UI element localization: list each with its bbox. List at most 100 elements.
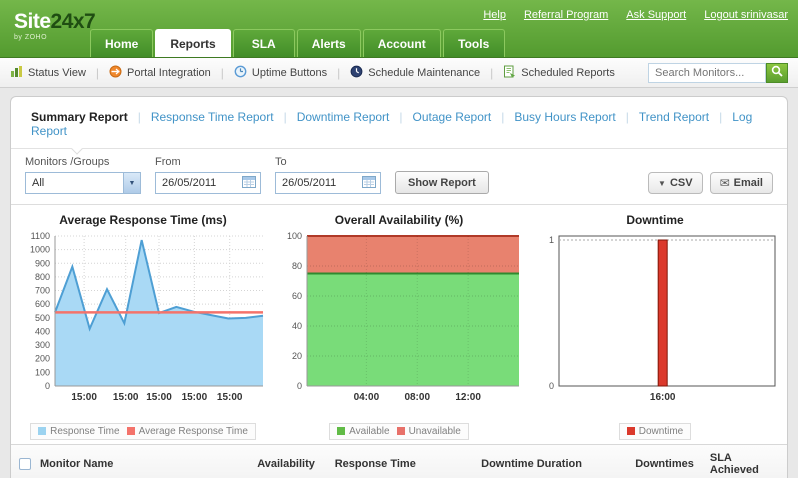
csv-button[interactable]: ▼ CSV <box>648 172 703 194</box>
svg-text:700: 700 <box>35 286 50 296</box>
svg-text:0: 0 <box>297 381 302 391</box>
nav-tab-alerts[interactable]: Alerts <box>297 29 361 57</box>
uptime-buttons-icon <box>234 65 252 81</box>
schedule-maintenance-icon <box>350 65 368 81</box>
svg-text:400: 400 <box>35 326 50 336</box>
content-wrap: Summary Report | Response Time Report | Down… <box>0 88 798 478</box>
svg-text:900: 900 <box>35 258 50 268</box>
nav-tab-account[interactable]: Account <box>363 29 441 57</box>
chart-legend: Downtime <box>619 423 691 440</box>
header-link[interactable]: Referral Program <box>524 9 608 21</box>
report-tab-response-time-report[interactable]: Response Time Report <box>151 110 274 124</box>
chart-legend: Response Time Average Response Time <box>30 423 256 440</box>
col-header-monitor-name: Monitor Name <box>11 445 249 478</box>
report-tab-separator: | <box>626 110 629 124</box>
toolbar-item-uptime-buttons[interactable]: Uptime Buttons <box>234 65 327 81</box>
legend-swatch <box>337 427 345 435</box>
svg-text:1: 1 <box>549 235 554 245</box>
legend-label: Unavailable <box>409 426 461 437</box>
to-label: To <box>275 156 381 168</box>
svg-text:15:00: 15:00 <box>146 392 172 403</box>
toolbar-item-schedule-maintenance[interactable]: Schedule Maintenance <box>350 65 480 81</box>
toolbar-separator: | <box>221 66 224 80</box>
svg-text:20: 20 <box>292 351 302 361</box>
logo: Site24x7 by ZOHO <box>14 11 95 41</box>
report-tab-summary-report[interactable]: Summary Report <box>31 110 128 124</box>
report-tab-outage-report[interactable]: Outage Report <box>413 110 492 124</box>
chart-legend: Available Unavailable <box>329 423 469 440</box>
csv-dropdown-icon: ▼ <box>658 179 666 188</box>
from-date-value: 26/05/2011 <box>156 177 242 189</box>
legend-swatch <box>38 427 46 435</box>
to-date-input[interactable]: 26/05/2011 <box>275 172 381 194</box>
nav-tab-tools[interactable]: Tools <box>443 29 505 57</box>
col-header-sla-achieved: SLA Achieved <box>702 445 787 478</box>
svg-text:15:00: 15:00 <box>113 392 139 403</box>
calendar-icon <box>242 175 260 191</box>
svg-text:04:00: 04:00 <box>354 392 380 403</box>
report-panel: Summary Report | Response Time Report | Down… <box>10 96 788 478</box>
legend-label: Available <box>349 426 389 437</box>
svg-text:15:00: 15:00 <box>71 392 97 403</box>
toolbar-item-scheduled-reports[interactable]: Scheduled Reports <box>503 65 615 81</box>
header-link[interactable]: Help <box>483 9 506 21</box>
chart-title: Downtime <box>527 213 783 227</box>
search-input[interactable] <box>648 63 766 83</box>
svg-text:300: 300 <box>35 340 50 350</box>
report-tabs: Summary Report | Response Time Report | Down… <box>11 97 787 149</box>
toolbar-item-portal-integration[interactable]: Portal Integration <box>109 65 211 81</box>
csv-button-label: CSV <box>670 177 693 189</box>
monitor-table: Monitor NameAvailabilityResponse TimeDow… <box>11 445 787 478</box>
toolbar-item-label: Uptime Buttons <box>252 67 327 79</box>
report-tab-busy-hours-report[interactable]: Busy Hours Report <box>514 110 615 124</box>
to-date-value: 26/05/2011 <box>276 177 362 189</box>
col-header-availability: Availability <box>249 445 327 478</box>
report-tab-trend-report[interactable]: Trend Report <box>639 110 709 124</box>
nav-tab-reports[interactable]: Reports <box>155 29 230 57</box>
main-nav-tabs: HomeReportsSLAAlertsAccountTools <box>90 29 507 57</box>
logo-site: Site <box>14 10 51 33</box>
col-header-label: SLA Achieved <box>710 452 759 476</box>
search-icon <box>771 65 784 81</box>
logo-24x7: 24x7 <box>51 10 96 33</box>
report-tab-downtime-report[interactable]: Downtime Report <box>297 110 390 124</box>
toolbar-separator: | <box>337 66 340 80</box>
email-button-label: Email <box>734 177 763 189</box>
select-all-checkbox[interactable] <box>19 458 31 470</box>
svg-text:80: 80 <box>292 261 302 271</box>
toolbar-item-status-view[interactable]: Status View <box>10 65 86 81</box>
svg-text:0: 0 <box>45 381 50 391</box>
col-header-downtime-duration: Downtime Duration <box>473 445 627 478</box>
filter-row: Monitors /Groups All ▼ From 26/05/2011 T… <box>11 149 787 205</box>
monitors-groups-select[interactable]: All ▼ <box>25 172 141 194</box>
from-date-input[interactable]: 26/05/2011 <box>155 172 261 194</box>
chart-plot: 02040608010004:0008:0012:00 <box>271 228 527 421</box>
chart-downtime: Downtime0116:00Downtime <box>527 211 783 440</box>
report-tab-separator: | <box>138 110 141 124</box>
chart-title: Average Response Time (ms) <box>15 213 271 227</box>
svg-text:1000: 1000 <box>30 245 50 255</box>
search-button[interactable] <box>766 63 788 83</box>
nav-tab-home[interactable]: Home <box>90 29 153 57</box>
to-date-field: To 26/05/2011 <box>275 156 381 194</box>
legend-label: Response Time <box>50 426 119 437</box>
calendar-icon <box>362 175 380 191</box>
svg-text:200: 200 <box>35 354 50 364</box>
header-link[interactable]: Ask Support <box>626 9 686 21</box>
chart-plot: 0116:00 <box>527 228 783 421</box>
col-header-label: Downtimes <box>635 458 694 470</box>
report-tab-separator: | <box>501 110 504 124</box>
secondary-toolbar: Status View | Portal Integration | Uptime Bu… <box>0 58 798 88</box>
toolbar-item-label: Schedule Maintenance <box>368 67 480 79</box>
header-link[interactable]: Logout srinivasar <box>704 9 788 21</box>
email-button[interactable]: ✉Email <box>710 172 773 194</box>
svg-text:800: 800 <box>35 272 50 282</box>
toolbar-separator: | <box>490 66 493 80</box>
app-header: Site24x7 by ZOHO Help Referral Program Ask… <box>0 0 798 58</box>
monitors-groups-label: Monitors /Groups <box>25 156 141 168</box>
legend-label: Average Response Time <box>139 426 248 437</box>
svg-text:100: 100 <box>287 231 302 241</box>
show-report-button[interactable]: Show Report <box>395 171 489 194</box>
nav-tab-sla[interactable]: SLA <box>233 29 295 57</box>
svg-text:15:00: 15:00 <box>217 392 243 403</box>
